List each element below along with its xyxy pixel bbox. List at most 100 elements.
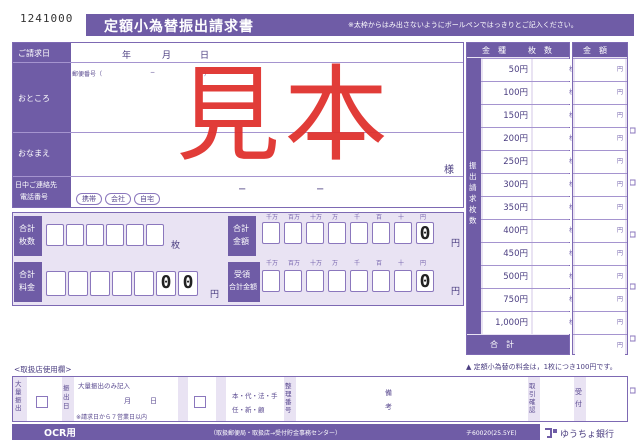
amount-field[interactable]: 円 (575, 151, 625, 173)
digit-box[interactable] (106, 224, 124, 246)
digit-box[interactable] (112, 271, 132, 296)
digit-box[interactable] (262, 222, 280, 244)
amount-field[interactable]: 円 (575, 105, 625, 127)
denomination-value: 200円 (483, 128, 531, 150)
digit-box[interactable] (306, 222, 324, 244)
amount-field[interactable]: 円 (575, 220, 625, 242)
amount-field[interactable]: 円 (575, 59, 625, 81)
phone-label-2: 電話番号 (20, 193, 48, 201)
receipt-label: 受付 (575, 388, 582, 408)
postal-label: 郵便番号（ (72, 71, 103, 78)
digit-box[interactable] (350, 222, 368, 244)
received-amount-digits[interactable]: 0 (262, 270, 442, 296)
amount-header-label: 金 額 (583, 46, 607, 55)
phone-option-home[interactable]: 自宅 (134, 193, 160, 205)
denomination-header-kind: 金 種 (482, 46, 506, 55)
amount-field[interactable]: 円 (575, 289, 625, 311)
digit-box[interactable] (328, 270, 346, 292)
amount-field[interactable]: 円 (575, 243, 625, 265)
denomination-count-field[interactable]: 枚 (533, 128, 577, 150)
total-amount-label-2: 金額 (233, 237, 249, 246)
amount-field[interactable]: 円 (575, 266, 625, 288)
digit-box[interactable] (68, 271, 88, 296)
digit-box[interactable]: 0 (178, 271, 198, 296)
name-label: おなまえ (18, 149, 50, 158)
place-label: 十 (398, 260, 405, 267)
digit-box[interactable]: 0 (416, 270, 434, 292)
denomination-count-field[interactable]: 枚 (533, 174, 577, 196)
digit-box[interactable] (262, 270, 280, 292)
denomination-count-field[interactable]: 枚 (533, 266, 577, 288)
place-label: 千万 (266, 214, 279, 221)
total-amount-digits[interactable]: 0 (262, 222, 442, 248)
total-fee-digits[interactable]: 00 (46, 271, 206, 299)
digit-box[interactable] (90, 271, 110, 296)
amount-field[interactable]: 円 (575, 335, 625, 357)
page-title: 定額小為替振出請求書 (104, 19, 254, 35)
digit-box[interactable]: 0 (156, 271, 176, 296)
amount-row: 円 (573, 219, 627, 242)
denomination-row: 200円枚 (481, 127, 577, 150)
digit-box[interactable] (372, 270, 390, 292)
digit-box[interactable] (372, 222, 390, 244)
digit-box[interactable] (306, 270, 324, 292)
name-row-line (13, 176, 463, 177)
denomination-row: 450円枚 (481, 242, 577, 265)
denomination-value: 500円 (483, 266, 531, 288)
denomination-count-field[interactable]: 枚 (533, 243, 577, 265)
digit-box[interactable] (328, 222, 346, 244)
digit-box[interactable] (350, 270, 368, 292)
total-count-label-1: 合計 (19, 224, 35, 233)
issue-date-label: 振出日 (63, 384, 70, 410)
digit-box[interactable] (394, 270, 412, 292)
denomination-count-field[interactable]: 枚 (533, 82, 577, 104)
edge-tick-column (629, 120, 636, 430)
digit-box[interactable] (146, 224, 164, 246)
place-label: 万 (332, 214, 339, 221)
amount-field[interactable]: 円 (575, 82, 625, 104)
amount-rows: 円円円円円円円円円円円円円 (573, 58, 627, 357)
digit-box[interactable] (66, 224, 84, 246)
total-count-digits[interactable] (46, 224, 166, 250)
digit-box[interactable] (126, 224, 144, 246)
denomination-total-label: 合 計 (490, 340, 514, 349)
denomination-row: 150円枚 (481, 104, 577, 127)
phone-option-office[interactable]: 会社 (105, 193, 131, 205)
phone-option-mobile[interactable]: 携帯 (76, 193, 102, 205)
big-issue-check[interactable] (36, 396, 48, 408)
digit-box[interactable] (134, 271, 154, 296)
denomination-row: 300円枚 (481, 173, 577, 196)
digit-box[interactable]: 0 (416, 222, 434, 244)
denomination-count-field[interactable]: 枚 (533, 220, 577, 242)
digit-box[interactable] (394, 222, 412, 244)
amount-field[interactable]: 円 (575, 312, 625, 334)
denomination-count-field[interactable]: 枚 (533, 289, 577, 311)
denomination-row: 500円枚 (481, 265, 577, 288)
denomination-count-field[interactable]: 枚 (533, 59, 577, 81)
office-check-a[interactable] (194, 396, 206, 408)
digit-box[interactable] (284, 270, 302, 292)
fee-note: ▲ 定額小為替の料金は，1枚につき100円です。 (466, 363, 617, 371)
amount-field[interactable]: 円 (575, 174, 625, 196)
amount-field[interactable]: 円 (575, 128, 625, 150)
denomination-count-field[interactable]: 枚 (533, 151, 577, 173)
denomination-rows: 50円枚100円枚150円枚200円枚250円枚300円枚350円枚400円枚4… (481, 58, 577, 334)
denomination-count-field[interactable]: 枚 (533, 105, 577, 127)
digit-box[interactable] (284, 222, 302, 244)
place-label: 円 (420, 214, 427, 221)
big-issue-note: 大量振出のみ記入 (78, 382, 130, 390)
total-count-label-2: 枚数 (19, 237, 35, 246)
place-label: 百万 (288, 214, 301, 221)
denomination-value: 400円 (483, 220, 531, 242)
digit-box[interactable] (46, 271, 66, 296)
phone-dash-2: − (316, 184, 325, 195)
total-fee-label-1: 合計 (19, 270, 35, 279)
digit-box[interactable] (46, 224, 64, 246)
amount-field[interactable]: 円 (575, 197, 625, 219)
denomination-count-field[interactable]: 枚 (533, 312, 577, 334)
digit-box[interactable] (86, 224, 104, 246)
denomination-value: 350円 (483, 197, 531, 219)
denomination-value: 100円 (483, 82, 531, 104)
denomination-count-field[interactable]: 枚 (533, 197, 577, 219)
amount-row: 円 (573, 127, 627, 150)
